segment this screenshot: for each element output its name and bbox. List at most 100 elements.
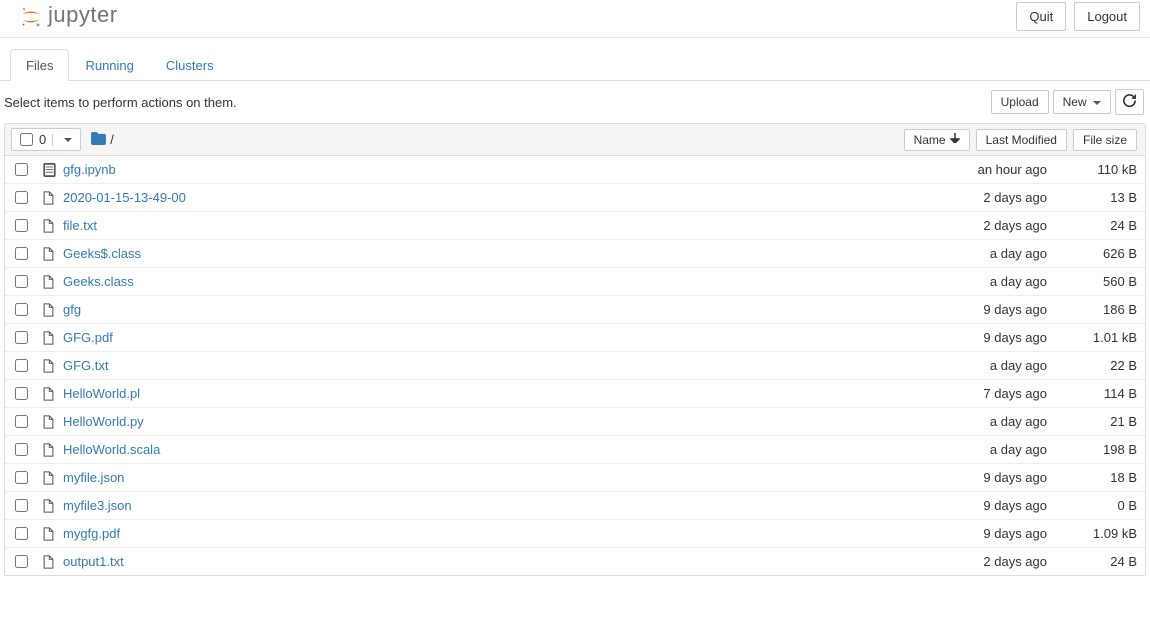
file-size: 110 kB xyxy=(1047,162,1137,177)
jupyter-icon xyxy=(20,6,42,28)
selection-hint: Select items to perform actions on them. xyxy=(4,95,237,110)
file-link[interactable]: Geeks.class xyxy=(63,274,907,289)
row-checkbox[interactable] xyxy=(15,387,28,400)
file-row: HelloWorld.pya day ago21 B xyxy=(5,408,1145,436)
file-icon xyxy=(43,191,63,205)
file-icon xyxy=(43,303,63,317)
breadcrumb-root: / xyxy=(110,132,114,147)
file-link[interactable]: HelloWorld.py xyxy=(63,414,907,429)
file-icon xyxy=(43,555,63,569)
file-link[interactable]: mygfg.pdf xyxy=(63,526,907,541)
file-link[interactable]: 2020-01-15-13-49-00 xyxy=(63,190,907,205)
select-all-group: 0 xyxy=(11,128,81,151)
file-row: GFG.pdf9 days ago1.01 kB xyxy=(5,324,1145,352)
logo-text: jupyter xyxy=(48,2,118,28)
arrow-down-icon xyxy=(950,133,960,146)
logo[interactable]: jupyter xyxy=(10,4,118,30)
row-checkbox[interactable] xyxy=(15,303,28,316)
file-list-container: 0 / Name Last Modified File size gfg.ipy… xyxy=(4,123,1146,576)
file-size: 1.09 kB xyxy=(1047,526,1137,541)
file-link[interactable]: Geeks$.class xyxy=(63,246,907,261)
file-row: mygfg.pdf9 days ago1.09 kB xyxy=(5,520,1145,548)
file-row: myfile.json9 days ago18 B xyxy=(5,464,1145,492)
file-row: Geeks.classa day ago560 B xyxy=(5,268,1145,296)
chevron-down-icon xyxy=(64,138,72,142)
file-link[interactable]: file.txt xyxy=(63,218,907,233)
file-size: 13 B xyxy=(1047,190,1137,205)
row-checkbox[interactable] xyxy=(15,359,28,372)
file-icon xyxy=(43,359,63,373)
file-row: gfg9 days ago186 B xyxy=(5,296,1145,324)
sort-modified-button[interactable]: Last Modified xyxy=(976,129,1067,151)
file-modified: 2 days ago xyxy=(907,190,1047,205)
quit-button[interactable]: Quit xyxy=(1016,2,1066,31)
file-link[interactable]: output1.txt xyxy=(63,554,907,569)
notebook-icon xyxy=(43,163,63,177)
row-checkbox[interactable] xyxy=(15,219,28,232)
file-size: 21 B xyxy=(1047,414,1137,429)
file-link[interactable]: gfg xyxy=(63,302,907,317)
file-modified: 9 days ago xyxy=(907,526,1047,541)
row-checkbox[interactable] xyxy=(15,163,28,176)
file-modified: 2 days ago xyxy=(907,218,1047,233)
row-checkbox[interactable] xyxy=(15,415,28,428)
file-link[interactable]: HelloWorld.pl xyxy=(63,386,907,401)
row-checkbox[interactable] xyxy=(15,555,28,568)
file-link[interactable]: GFG.pdf xyxy=(63,330,907,345)
row-checkbox[interactable] xyxy=(15,247,28,260)
file-row: Geeks$.classa day ago626 B xyxy=(5,240,1145,268)
row-checkbox[interactable] xyxy=(15,499,28,512)
row-checkbox[interactable] xyxy=(15,443,28,456)
file-modified: 9 days ago xyxy=(907,330,1047,345)
sort-size-button[interactable]: File size xyxy=(1073,129,1137,151)
logout-button[interactable]: Logout xyxy=(1074,2,1140,31)
tab-running[interactable]: Running xyxy=(69,49,149,81)
refresh-icon xyxy=(1123,94,1136,107)
file-row: HelloWorld.scalaa day ago198 B xyxy=(5,436,1145,464)
file-size: 198 B xyxy=(1047,442,1137,457)
sort-name-button[interactable]: Name xyxy=(904,129,970,151)
new-dropdown-button[interactable]: New xyxy=(1053,90,1111,114)
file-link[interactable]: myfile.json xyxy=(63,470,907,485)
file-size: 186 B xyxy=(1047,302,1137,317)
folder-icon[interactable] xyxy=(91,132,106,148)
refresh-button[interactable] xyxy=(1115,89,1144,115)
file-row: file.txt2 days ago24 B xyxy=(5,212,1145,240)
file-size: 114 B xyxy=(1047,386,1137,401)
name-col-label: Name xyxy=(914,133,946,147)
file-link[interactable]: gfg.ipynb xyxy=(63,162,907,177)
file-list-header: 0 / Name Last Modified File size xyxy=(5,124,1145,156)
file-size: 560 B xyxy=(1047,274,1137,289)
row-checkbox[interactable] xyxy=(15,191,28,204)
file-icon xyxy=(43,387,63,401)
header-bar: jupyter Quit Logout xyxy=(0,0,1150,38)
upload-button[interactable]: Upload xyxy=(991,90,1049,114)
file-size: 24 B xyxy=(1047,554,1137,569)
file-size: 22 B xyxy=(1047,358,1137,373)
file-modified: a day ago xyxy=(907,358,1047,373)
tab-files[interactable]: Files xyxy=(10,49,69,81)
file-row: GFG.txta day ago22 B xyxy=(5,352,1145,380)
file-icon xyxy=(43,443,63,457)
file-size: 1.01 kB xyxy=(1047,330,1137,345)
file-icon xyxy=(43,275,63,289)
file-size: 18 B xyxy=(1047,470,1137,485)
row-checkbox[interactable] xyxy=(15,331,28,344)
row-checkbox[interactable] xyxy=(15,275,28,288)
file-rows: gfg.ipynban hour ago110 kB2020-01-15-13-… xyxy=(5,156,1145,575)
file-icon xyxy=(43,471,63,485)
chevron-down-icon xyxy=(1093,101,1101,105)
selected-count: 0 xyxy=(39,132,46,147)
file-link[interactable]: HelloWorld.scala xyxy=(63,442,907,457)
file-link[interactable]: myfile3.json xyxy=(63,498,907,513)
tab-clusters[interactable]: Clusters xyxy=(150,49,230,81)
breadcrumb: / xyxy=(91,132,114,148)
file-link[interactable]: GFG.txt xyxy=(63,358,907,373)
row-checkbox[interactable] xyxy=(15,527,28,540)
select-all-checkbox[interactable] xyxy=(20,133,33,146)
file-size: 24 B xyxy=(1047,218,1137,233)
select-filter-dropdown[interactable] xyxy=(52,134,80,146)
file-icon xyxy=(43,247,63,261)
row-checkbox[interactable] xyxy=(15,471,28,484)
file-modified: a day ago xyxy=(907,274,1047,289)
